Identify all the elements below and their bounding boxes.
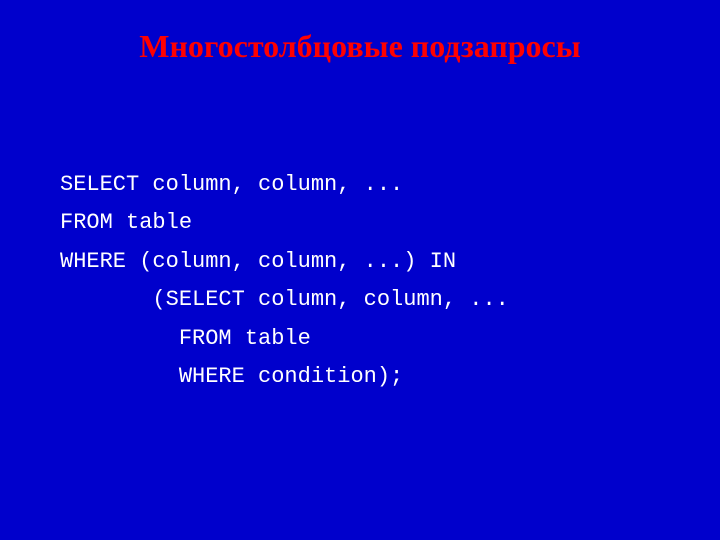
slide-title: Многостолбцовые подзапросы <box>60 28 660 65</box>
slide-container: Многостолбцовые подзапросы SELECT column… <box>0 0 720 540</box>
code-line-3: WHERE (column, column, ...) IN <box>60 249 456 274</box>
code-line-6: WHERE condition); <box>60 364 403 389</box>
code-line-5: FROM table <box>60 326 311 351</box>
code-line-1: SELECT column, column, ... <box>60 172 403 197</box>
code-line-2: FROM table <box>60 210 192 235</box>
sql-code-block: SELECT column, column, ... FROM table WH… <box>60 127 660 435</box>
code-line-4: (SELECT column, column, ... <box>60 287 509 312</box>
